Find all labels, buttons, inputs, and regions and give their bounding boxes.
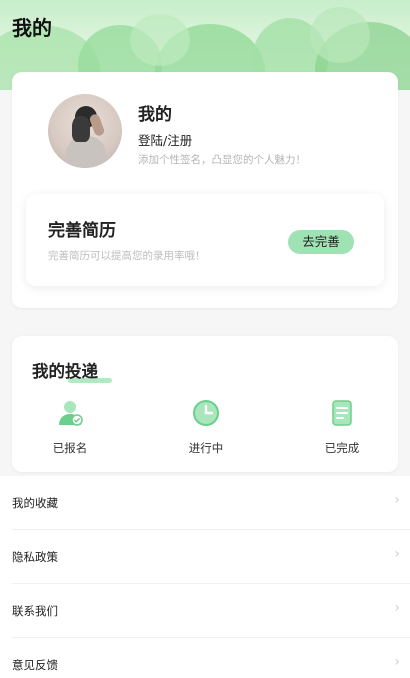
document-icon xyxy=(332,400,352,426)
complete-resume-button[interactable]: 去完善 xyxy=(288,230,354,254)
delivery-item-registered[interactable]: 已报名 xyxy=(30,398,110,462)
resume-title: 完善简历 xyxy=(48,221,116,241)
delivery-item-in-progress[interactable]: 进行中 xyxy=(166,398,246,462)
menu-label-privacy-policy: 隐私政策 xyxy=(12,550,58,564)
chevron-right-icon: › xyxy=(394,654,400,670)
avatar[interactable] xyxy=(48,94,122,168)
delivery-label-in-progress: 进行中 xyxy=(188,441,224,455)
menu-item-privacy-policy[interactable]: 隐私政策 › xyxy=(0,530,410,584)
clock-icon xyxy=(193,400,219,426)
delivery-label-completed: 已完成 xyxy=(324,441,360,455)
menu-item-feedback[interactable]: 意见反馈 › xyxy=(0,638,410,678)
chevron-right-icon: › xyxy=(394,492,400,508)
menu-item-favorites[interactable]: 我的收藏 › xyxy=(0,476,410,530)
login-register-link[interactable]: 登陆/注册 xyxy=(138,130,192,149)
menu-item-contact-us[interactable]: 联系我们 › xyxy=(0,584,410,638)
my-delivery-card: 我的投递 已报名 进行中 已完成 xyxy=(12,336,398,472)
profile-card: 我的 登陆/注册 添加个性签名，凸显您的个人魅力！ 完善简历 完善简历可以提高您… xyxy=(12,72,398,308)
user-name: 我的 xyxy=(138,105,172,125)
menu-label-feedback: 意见反馈 xyxy=(12,658,58,672)
chevron-right-icon: › xyxy=(394,600,400,616)
delivery-title: 我的投递 xyxy=(32,362,98,381)
resume-subtitle: 完善简历可以提高您的录用率哦！ xyxy=(48,250,206,262)
page-title: 我的 xyxy=(12,16,52,40)
delivery-item-completed[interactable]: 已完成 xyxy=(302,398,382,462)
signature-hint[interactable]: 添加个性签名，凸显您的个人魅力！ xyxy=(138,152,306,167)
chevron-right-icon: › xyxy=(394,546,400,562)
menu-label-contact-us: 联系我们 xyxy=(12,604,58,618)
menu-label-favorites: 我的收藏 xyxy=(12,496,58,510)
delivery-label-registered: 已报名 xyxy=(52,441,88,455)
user-check-icon xyxy=(59,401,83,426)
resume-card: 完善简历 完善简历可以提高您的录用率哦！ 去完善 xyxy=(26,194,384,286)
